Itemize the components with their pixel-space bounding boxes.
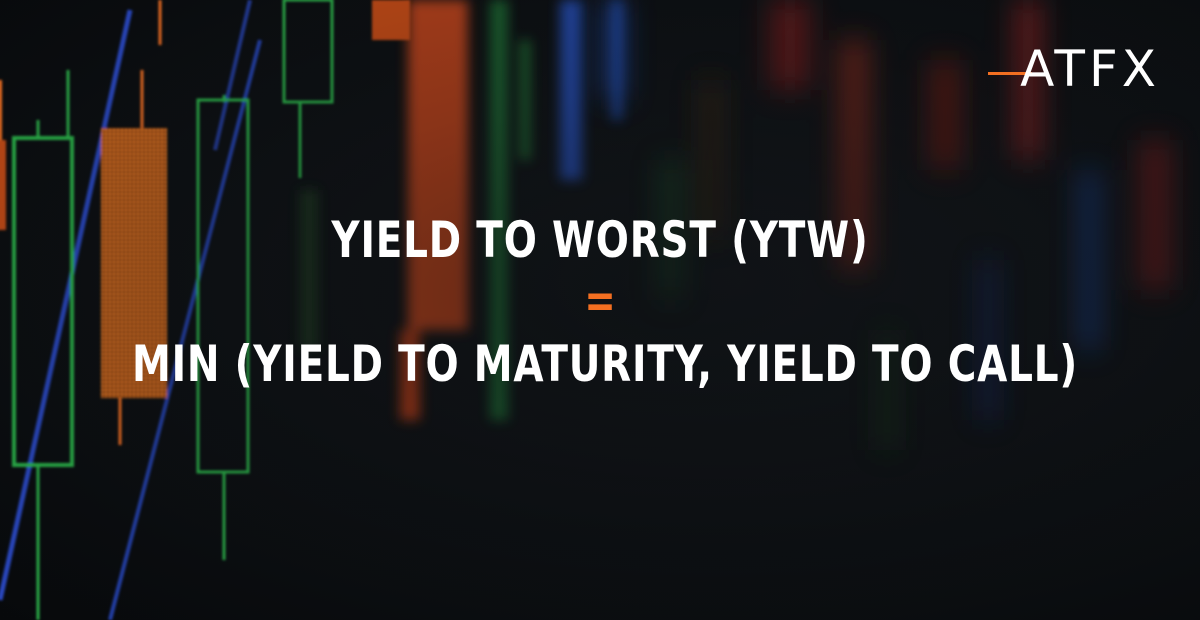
banner-canvas: ATFX YIELD TO WORST (YTW) = MIN (YIELD T… bbox=[0, 0, 1200, 620]
equals-sign: = bbox=[584, 273, 616, 329]
formula-title: YIELD TO WORST (YTW) bbox=[331, 211, 869, 269]
atfx-logo: ATFX bbox=[988, 40, 1160, 98]
formula-block: YIELD TO WORST (YTW) = MIN (YIELD TO MAT… bbox=[0, 208, 1200, 396]
formula-definition: MIN (YIELD TO MATURITY, YIELD TO CALL) bbox=[132, 335, 1078, 393]
logo-text: ATFX bbox=[1020, 40, 1160, 98]
